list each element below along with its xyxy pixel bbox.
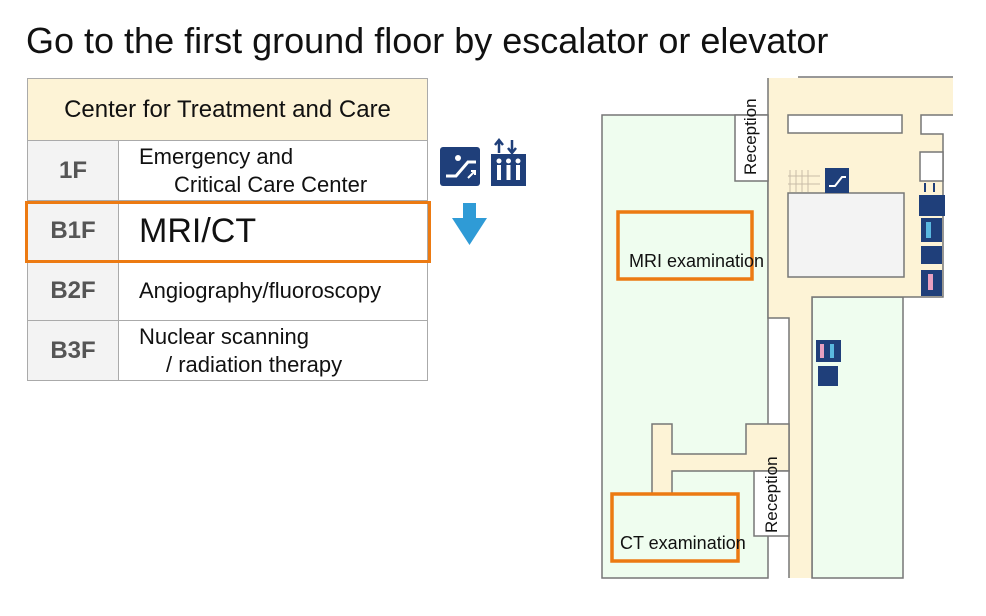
elevator-icon <box>491 137 526 186</box>
male-restroom-icon <box>921 218 942 242</box>
escalator-icon <box>440 147 480 186</box>
multipurpose-toilet-icon <box>921 246 942 264</box>
reception-label: Reception <box>741 98 760 175</box>
mri-label: MRI examination <box>629 251 765 271</box>
reception-label: Reception <box>762 456 781 533</box>
icons-and-map <box>440 76 953 579</box>
down-arrow-icon <box>452 203 487 245</box>
ct-label: CT examination <box>620 533 746 553</box>
restroom-icon <box>816 340 841 362</box>
escalator-icon <box>825 168 849 193</box>
multipurpose-toilet-icon <box>818 366 838 386</box>
